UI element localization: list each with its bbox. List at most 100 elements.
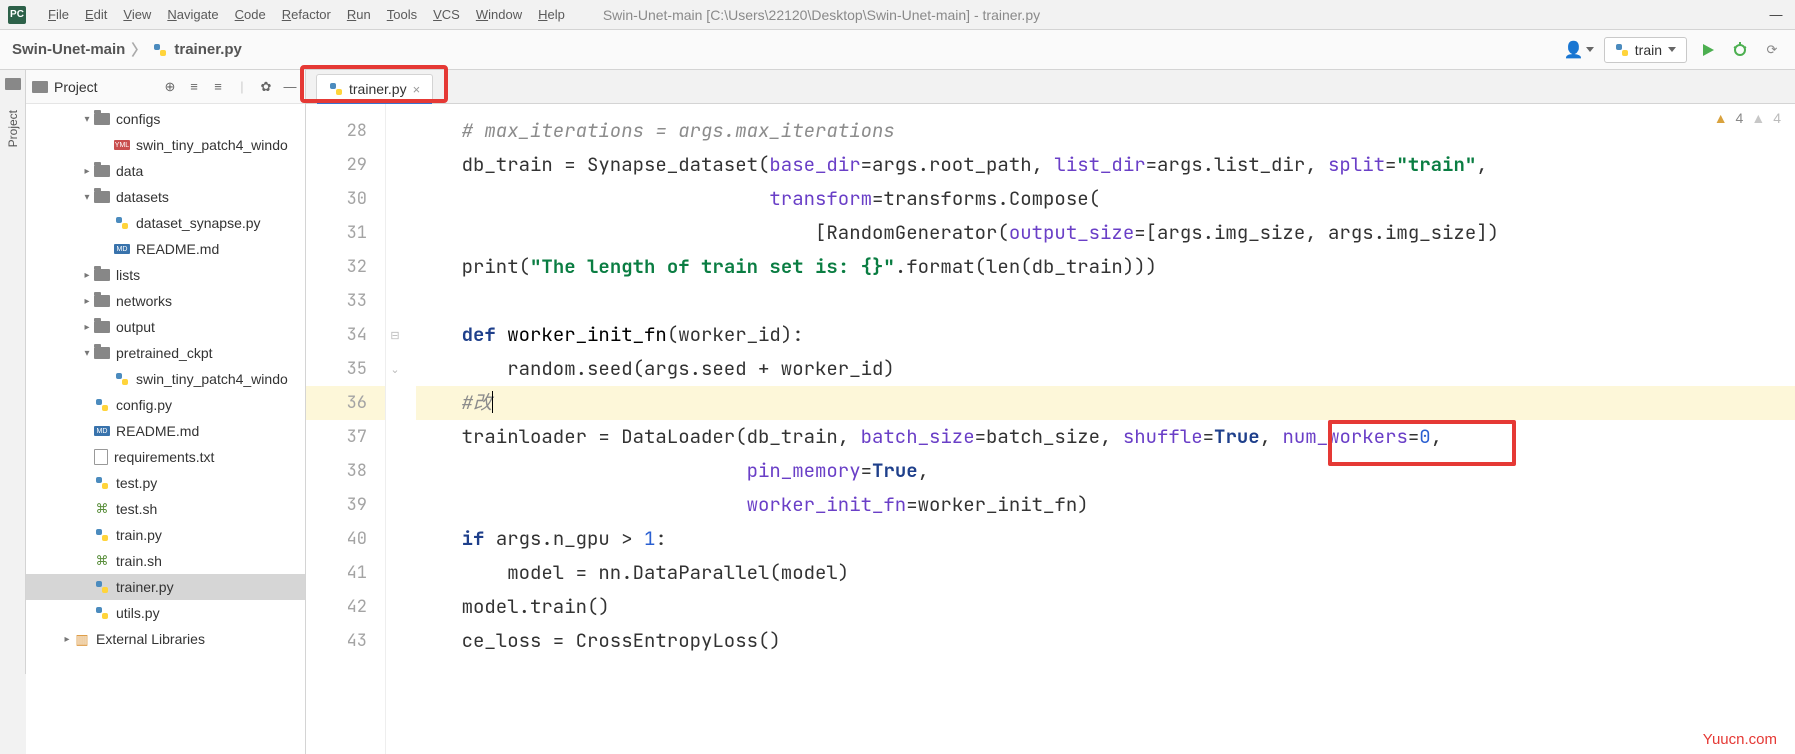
- tree-item-networks[interactable]: ▸networks: [26, 288, 305, 314]
- tree-item-swin_tiny_patch4_windo[interactable]: YMLswin_tiny_patch4_windo: [26, 132, 305, 158]
- editor[interactable]: 28293031323334353637383940414243 ⊟⌄ # ma…: [306, 104, 1795, 754]
- tree-item-configs[interactable]: ▾configs: [26, 106, 305, 132]
- fold-marker[interactable]: [386, 284, 404, 318]
- menu-edit[interactable]: Edit: [77, 7, 115, 22]
- fold-marker[interactable]: [386, 488, 404, 522]
- tree-item-external-libraries[interactable]: ▸▥External Libraries: [26, 626, 305, 652]
- project-title[interactable]: Project: [54, 79, 155, 95]
- line-number: 40: [306, 522, 385, 556]
- menu-view[interactable]: View: [115, 7, 159, 22]
- fold-marker[interactable]: [386, 114, 404, 148]
- close-tab-icon[interactable]: ×: [413, 82, 421, 97]
- tree-item-label: train.py: [116, 527, 162, 543]
- tree-item-dataset_synapse-py[interactable]: dataset_synapse.py: [26, 210, 305, 236]
- tree-item-readme-md[interactable]: MDREADME.md: [26, 236, 305, 262]
- tree-item-lists[interactable]: ▸lists: [26, 262, 305, 288]
- menu-vcs[interactable]: VCS: [425, 7, 468, 22]
- tree-item-output[interactable]: ▸output: [26, 314, 305, 340]
- fold-marker[interactable]: [386, 624, 404, 658]
- menu-window[interactable]: Window: [468, 7, 530, 22]
- folder-icon: [94, 269, 110, 281]
- tree-item-requirements-txt[interactable]: requirements.txt: [26, 444, 305, 470]
- fold-marker[interactable]: [386, 454, 404, 488]
- inspection-widget[interactable]: ▲ 4 ▲ 4: [1714, 110, 1781, 126]
- chevron-right-icon: 〉: [131, 39, 146, 60]
- tree-item-label: swin_tiny_patch4_windo: [136, 371, 288, 387]
- menu-navigate[interactable]: Navigate: [159, 7, 226, 22]
- tree-item-datasets[interactable]: ▾ datasets: [26, 184, 305, 210]
- run-configuration-selector[interactable]: train: [1604, 37, 1687, 63]
- tree-item-label: utils.py: [116, 605, 160, 621]
- tree-arrow[interactable]: ▸: [80, 270, 94, 281]
- tree-item-train-py[interactable]: train.py: [26, 522, 305, 548]
- project-tab-label[interactable]: Project: [6, 104, 20, 153]
- fold-marker[interactable]: [386, 590, 404, 624]
- tree-item-label: dataset_synapse.py: [136, 215, 261, 231]
- tree-item-swin_tiny_patch4_windo[interactable]: swin_tiny_patch4_windo: [26, 366, 305, 392]
- tree-arrow[interactable]: ▸: [80, 322, 94, 333]
- run-button[interactable]: [1697, 39, 1719, 61]
- file-tab-trainer[interactable]: trainer.py ×: [316, 74, 433, 103]
- menu-tools[interactable]: Tools: [379, 7, 425, 22]
- fold-marker[interactable]: [386, 522, 404, 556]
- fold-marker[interactable]: [386, 182, 404, 216]
- breadcrumb-file[interactable]: trainer.py: [174, 41, 242, 58]
- fold-marker[interactable]: [386, 148, 404, 182]
- tree-arrow[interactable]: ▾: [80, 348, 94, 359]
- project-tree[interactable]: ▾configsYMLswin_tiny_patch4_windo▸data▾d…: [26, 104, 305, 754]
- app-icon: PC: [8, 6, 26, 24]
- settings-icon[interactable]: ✿: [257, 78, 275, 96]
- watermark: Yuucn.com: [1703, 731, 1777, 748]
- code-with-me-icon[interactable]: 👤: [1564, 40, 1594, 60]
- fold-marker[interactable]: ⊟: [386, 318, 404, 352]
- tree-arrow[interactable]: ▸: [80, 166, 94, 177]
- menu-run[interactable]: Run: [339, 7, 379, 22]
- hide-icon[interactable]: —: [281, 78, 299, 96]
- menu-help[interactable]: Help: [530, 7, 573, 22]
- run-config-name: train: [1635, 42, 1662, 58]
- breadcrumb: Swin-Unet-main 〉 trainer.py: [12, 39, 242, 60]
- tree-item-test-py[interactable]: test.py: [26, 470, 305, 496]
- more-actions-icon[interactable]: ⟳: [1761, 39, 1783, 61]
- yaml-file-icon: YML: [114, 140, 130, 150]
- tree-item-trainer-py[interactable]: trainer.py: [26, 574, 305, 600]
- python-file-icon: [94, 579, 110, 595]
- line-number: 43: [306, 624, 385, 658]
- tree-item-readme-md[interactable]: MDREADME.md: [26, 418, 305, 444]
- expand-all-icon[interactable]: ≡: [185, 78, 203, 96]
- tree-arrow[interactable]: ▸: [80, 296, 94, 307]
- line-number: 28: [306, 114, 385, 148]
- fold-marker[interactable]: [386, 386, 404, 420]
- tree-item-pretrained_ckpt[interactable]: ▾pretrained_ckpt: [26, 340, 305, 366]
- tree-item-train-sh[interactable]: ⌘train.sh: [26, 548, 305, 574]
- tree-item-label: datasets: [116, 189, 169, 205]
- code-area[interactable]: # max_iterations = args.max_iterations d…: [404, 104, 1795, 754]
- tree-arrow[interactable]: ▸: [60, 634, 74, 645]
- breadcrumb-root[interactable]: Swin-Unet-main: [12, 41, 125, 58]
- tree-arrow[interactable]: ▾: [80, 114, 94, 125]
- python-file-icon: [114, 215, 130, 231]
- menu-refactor[interactable]: Refactor: [274, 7, 339, 22]
- fold-marker[interactable]: ⌄: [386, 352, 404, 386]
- line-number: 37: [306, 420, 385, 454]
- select-opened-file-icon[interactable]: ⊕: [161, 78, 179, 96]
- project-tab-icon[interactable]: [5, 78, 21, 90]
- fold-marker[interactable]: [386, 556, 404, 590]
- tree-item-test-sh[interactable]: ⌘test.sh: [26, 496, 305, 522]
- line-number: 36: [306, 386, 385, 420]
- menu-file[interactable]: File: [40, 7, 77, 22]
- debug-button[interactable]: [1729, 39, 1751, 61]
- tree-item-config-py[interactable]: config.py: [26, 392, 305, 418]
- python-file-icon: [94, 527, 110, 543]
- menu-code[interactable]: Code: [227, 7, 274, 22]
- fold-marker[interactable]: [386, 420, 404, 454]
- tree-item-data[interactable]: ▸data: [26, 158, 305, 184]
- line-number: 30: [306, 182, 385, 216]
- fold-marker[interactable]: [386, 216, 404, 250]
- collapse-all-icon[interactable]: ≡: [209, 78, 227, 96]
- minimize-icon[interactable]: —: [1765, 4, 1787, 26]
- tree-item-utils-py[interactable]: utils.py: [26, 600, 305, 626]
- tree-item-label: trainer.py: [116, 579, 174, 595]
- tree-arrow[interactable]: ▾: [80, 192, 94, 203]
- fold-marker[interactable]: [386, 250, 404, 284]
